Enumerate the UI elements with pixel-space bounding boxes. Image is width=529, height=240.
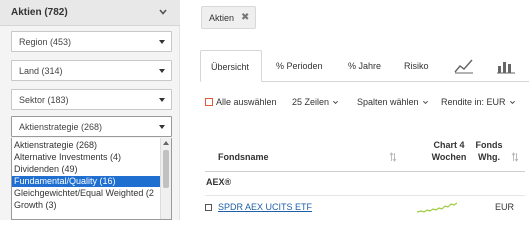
chevron-down-icon: [332, 100, 339, 105]
tab-bar-chart[interactable]: [496, 50, 518, 82]
active-filter-chip: Aktien ✖: [201, 6, 256, 29]
dropdown-scrollbar[interactable]: [160, 138, 171, 219]
region-select-label: Region (453): [19, 37, 72, 47]
row-checkbox[interactable]: [205, 204, 212, 211]
table-row[interactable]: SPDR AEX UCITS ETF EUR: [205, 195, 525, 215]
chart-line-icon: [454, 59, 473, 74]
aktienstrategie-select-label: Aktienstrategie (268): [19, 122, 103, 132]
dropdown-option[interactable]: Dividenden (49): [12, 164, 162, 175]
sektor-select[interactable]: Sektor (183): [11, 89, 172, 110]
tab-bar: Übersicht % Perioden % Jahre Risiko: [200, 50, 529, 82]
column-header-fonds-whg[interactable]: Fonds Whg.: [469, 139, 509, 163]
select-all-checkbox[interactable]: [205, 98, 213, 106]
region-select[interactable]: Region (453): [11, 31, 172, 52]
column-header-fondsname[interactable]: Fondsname: [218, 152, 269, 162]
dropdown-option[interactable]: Alternative Investments (4): [12, 152, 162, 163]
rows-per-page-select[interactable]: 25 Zeilen: [292, 97, 339, 107]
columns-select-label: Spalten wählen: [357, 97, 419, 107]
rows-per-page-label: 25 Zeilen: [292, 97, 330, 107]
dropdown-option-selected[interactable]: Fundamental/Quality (16): [12, 176, 162, 187]
table-header: Fondsname Chart 4 Wochen Fonds Whg.: [205, 132, 525, 172]
tab-perioden-label: % Perioden: [276, 61, 323, 71]
tab-perioden[interactable]: % Perioden: [276, 50, 336, 82]
column-header-fonds-line1: Fonds: [475, 140, 503, 150]
chevron-down-icon[interactable]: [158, 7, 168, 17]
scrollbar-thumb[interactable]: [163, 150, 169, 188]
currency-select-label: Rendite in: EUR: [441, 97, 506, 107]
filter-header[interactable]: Aktien (782): [0, 0, 180, 26]
land-select[interactable]: Land (314): [11, 60, 172, 81]
tab-jahre-label: % Jahre: [348, 61, 382, 71]
tab-uebersicht-label: Übersicht: [211, 62, 250, 72]
dropdown-option[interactable]: Aktienstrategie (268): [12, 140, 162, 151]
sektor-select-label: Sektor (183): [19, 95, 69, 105]
sparkline-chart: [417, 202, 457, 213]
column-header-fonds-line2: Whg.: [478, 152, 500, 162]
caret-down-icon: [159, 40, 165, 44]
tab-uebersicht[interactable]: Übersicht: [200, 50, 262, 82]
close-icon[interactable]: ✖: [241, 12, 249, 23]
scroll-up-arrow-icon[interactable]: [163, 141, 169, 145]
select-all-label[interactable]: Alle auswählen: [216, 97, 277, 107]
column-header-chart-line2: Wochen: [431, 152, 467, 162]
active-filter-label: Aktien: [209, 13, 235, 23]
tab-risiko-label: Risiko: [404, 61, 429, 71]
dropdown-option[interactable]: Gleichgewichtet/Equal Weighted (2: [12, 188, 162, 199]
filter-panel: Aktien (782) Region (453) Land (314) Sek…: [0, 0, 180, 220]
currency-select[interactable]: Rendite in: EUR: [441, 97, 516, 107]
caret-down-icon: [159, 125, 165, 129]
fund-name-link[interactable]: SPDR AEX UCITS ETF: [218, 202, 312, 212]
filter-title: Aktien (782): [11, 7, 68, 18]
group-label: AEX®: [206, 177, 232, 187]
tab-chart[interactable]: [454, 50, 476, 82]
table-toolbar: Alle auswählen 25 Zeilen Spalten wählen …: [205, 96, 525, 110]
caret-down-icon: [159, 98, 165, 102]
table-group-row: AEX®: [205, 176, 525, 190]
tab-jahre[interactable]: % Jahre: [348, 50, 393, 82]
dropdown-option[interactable]: Growth (3): [12, 200, 162, 211]
land-select-label: Land (314): [19, 66, 63, 76]
aktienstrategie-dropdown[interactable]: Aktienstrategie (268) Alternative Invest…: [11, 138, 172, 220]
columns-select[interactable]: Spalten wählen: [357, 97, 429, 107]
bar-chart-icon: [497, 62, 515, 74]
chevron-down-icon: [509, 100, 515, 105]
chevron-down-icon: [422, 100, 428, 105]
caret-down-icon: [159, 69, 165, 73]
column-header-chart: Chart 4 Wochen: [429, 139, 469, 163]
column-header-chart-line1: Chart 4: [433, 140, 465, 150]
fund-currency: EUR: [495, 202, 515, 212]
sort-icon[interactable]: [389, 152, 397, 162]
aktienstrategie-select[interactable]: Aktienstrategie (268): [11, 116, 172, 137]
sort-icon[interactable]: [511, 152, 519, 162]
tab-risiko[interactable]: Risiko: [404, 50, 440, 82]
